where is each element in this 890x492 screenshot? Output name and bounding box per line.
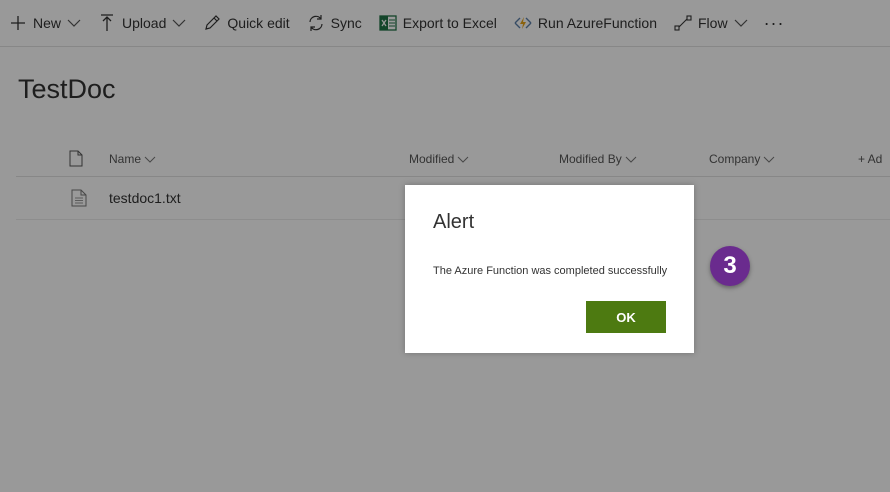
- step-number-badge: 3: [710, 246, 750, 286]
- dialog-message: The Azure Function was completed success…: [433, 265, 668, 277]
- alert-dialog: Alert The Azure Function was completed s…: [405, 185, 694, 353]
- dialog-title: Alert: [433, 211, 475, 233]
- ok-button[interactable]: OK: [586, 301, 666, 333]
